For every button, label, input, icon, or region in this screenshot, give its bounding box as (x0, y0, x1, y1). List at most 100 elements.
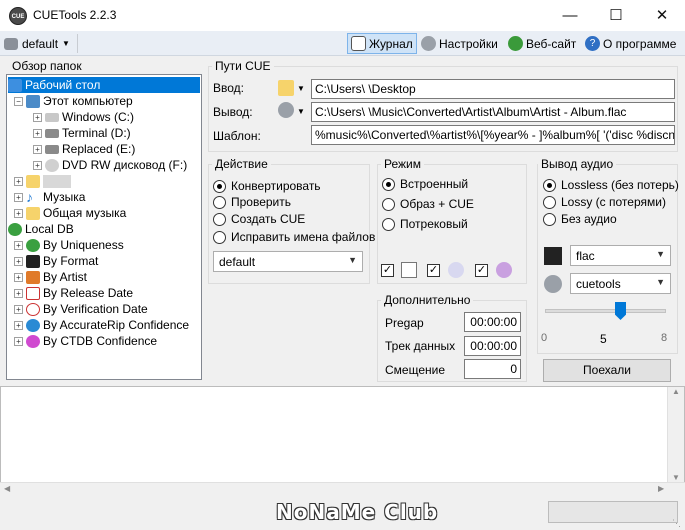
toolbar-separator (77, 34, 78, 53)
vertical-scrollbar[interactable]: ▲ ▼ (667, 387, 684, 482)
about-button[interactable]: ? О программе (582, 33, 679, 54)
data-track-field[interactable]: 00:00:00 (464, 336, 521, 356)
expand-icon[interactable]: + (14, 336, 23, 346)
settings-button[interactable]: Настройки (418, 33, 501, 54)
combo-value: flac (576, 249, 595, 263)
action-create-cue-radio[interactable]: Создать CUE (213, 212, 305, 226)
tree-item-label: Музыка (43, 190, 86, 204)
scroll-down-icon[interactable]: ▼ (668, 473, 684, 482)
tree-item-label: By Release Date (43, 286, 134, 300)
option-checkbox-1[interactable]: ✓ (381, 264, 394, 277)
scroll-left-icon[interactable]: ◀ (4, 484, 10, 493)
tree-item-drive-d[interactable]: + Terminal (D:) (33, 125, 131, 141)
minimize-button[interactable]: — (547, 0, 593, 31)
folder-tree[interactable]: Рабочий стол − Этот компьютер + Windows … (6, 74, 202, 380)
radio-label: Исправить имена файлов (231, 230, 376, 244)
tree-item-label: By Format (43, 254, 99, 268)
audio-encoder-combo[interactable]: cuetools ▼ (570, 273, 671, 294)
expand-icon[interactable]: + (14, 320, 23, 330)
resize-grip-icon[interactable]: ⋱ (672, 518, 681, 529)
gear-icon[interactable] (278, 102, 294, 118)
calendar-icon (26, 286, 40, 300)
close-button[interactable]: ✕ (639, 0, 685, 31)
folder-icon[interactable] (278, 80, 294, 96)
expand-icon[interactable]: + (14, 272, 23, 282)
tree-item-by-release-date[interactable]: + By Release Date (14, 285, 133, 301)
chevron-down-icon: ▼ (656, 249, 665, 259)
option-checkbox-2[interactable]: ✓ (427, 264, 440, 277)
audio-format-combo[interactable]: flac ▼ (570, 245, 671, 266)
tree-item-by-artist[interactable]: + By Artist (14, 269, 87, 285)
clock-icon (26, 302, 40, 316)
tree-item-by-verification-date[interactable]: + By Verification Date (14, 301, 148, 317)
settings-label: Настройки (439, 36, 498, 51)
mode-embedded-radio[interactable]: Встроенный (382, 177, 468, 191)
expand-icon[interactable]: + (33, 160, 42, 170)
mode-tracks-radio[interactable]: Потрековый (382, 217, 468, 231)
expand-icon[interactable]: + (14, 288, 23, 298)
tree-item-local-db[interactable]: Local DB (8, 221, 74, 237)
option-checkbox-3[interactable]: ✓ (475, 264, 488, 277)
action-verify-radio[interactable]: Проверить (213, 195, 291, 209)
chevron-down-icon[interactable]: ▼ (297, 107, 305, 116)
expand-icon[interactable]: + (33, 112, 42, 122)
tree-item-drive-e[interactable]: + Replaced (E:) (33, 141, 135, 157)
journal-button[interactable]: Журнал (347, 33, 417, 54)
scroll-up-icon[interactable]: ▲ (668, 387, 684, 396)
tree-item-by-format[interactable]: + By Format (14, 253, 98, 269)
expand-icon[interactable]: + (33, 144, 42, 154)
output-label: Вывод: (213, 105, 253, 119)
action-profile-combo[interactable]: default ▼ (213, 251, 363, 272)
tree-item-by-accuraterip[interactable]: + By AccurateRip Confidence (14, 317, 189, 333)
website-button[interactable]: Веб-сайт (505, 33, 579, 54)
template-field[interactable]: %music%\Converted\%artist%\[%year% - ]%a… (311, 125, 675, 145)
chevron-down-icon[interactable]: ▼ (297, 84, 305, 93)
scroll-right-icon[interactable]: ▶ (658, 484, 664, 493)
expand-icon[interactable]: + (14, 240, 23, 250)
tree-item-dvd-drive[interactable]: + DVD RW дисковод (F:) (33, 157, 187, 173)
input-path-field[interactable]: C:\Users\ \Desktop (311, 79, 675, 99)
mode-image-cue-radio[interactable]: Образ + CUE (382, 197, 474, 211)
log-panel[interactable]: ▲ ▼ (0, 386, 685, 497)
expand-icon[interactable]: + (33, 128, 42, 138)
radio-label: Создать CUE (231, 212, 306, 226)
slider-value-label: 5 (600, 332, 607, 346)
combo-value: cuetools (576, 277, 621, 291)
tree-item-label: By CTDB Confidence (43, 334, 158, 348)
expand-icon[interactable]: + (14, 304, 23, 314)
radio-label: Lossless (без потерь) (561, 178, 679, 192)
expand-icon[interactable]: + (14, 208, 23, 218)
tree-item-by-uniqueness[interactable]: + By Uniqueness (14, 237, 124, 253)
audio-none-radio[interactable]: Без аудио (543, 212, 617, 226)
disc-drive-icon (45, 158, 59, 172)
audio-lossless-radio[interactable]: Lossless (без потерь) (543, 178, 679, 192)
go-button[interactable]: Поехали (543, 359, 671, 382)
action-fix-names-radio[interactable]: Исправить имена файлов (213, 230, 375, 244)
maximize-button[interactable]: ☐ (593, 0, 639, 31)
tree-item-drive-c[interactable]: + Windows (C:) (33, 109, 134, 125)
action-convert-radio[interactable]: Конвертировать (213, 179, 321, 193)
pregap-field[interactable]: 00:00:00 (464, 312, 521, 332)
tree-item-user-folder[interactable]: + (14, 173, 71, 189)
tree-item-by-ctdb[interactable]: + By CTDB Confidence (14, 333, 157, 349)
quality-slider-track[interactable] (545, 309, 666, 313)
collapse-icon[interactable]: − (14, 96, 23, 106)
tree-item-music[interactable]: + ♪ Музыка (14, 189, 85, 205)
expand-icon[interactable]: + (14, 176, 23, 186)
profile-dropdown[interactable]: default ▼ (4, 34, 70, 53)
radio-dot (213, 212, 226, 226)
tree-item-desktop[interactable]: Рабочий стол (8, 77, 200, 93)
audio-group-title: Вывод аудио (538, 157, 617, 171)
tree-item-shared-music[interactable]: + Общая музыка (14, 205, 126, 221)
audio-lossy-radio[interactable]: Lossy (с потерями) (543, 195, 666, 209)
database-icon (8, 222, 22, 236)
radio-dot (382, 217, 395, 231)
horizontal-scrollbar[interactable]: ◀ ▶ (0, 482, 685, 497)
mode-group-title: Режим (381, 157, 424, 171)
offset-field[interactable]: 0 (464, 359, 521, 379)
output-path-field[interactable]: C:\Users\ \Music\Converted\Artist\Album\… (311, 102, 675, 122)
expand-icon[interactable]: + (14, 256, 23, 266)
expand-icon[interactable]: + (14, 192, 23, 202)
tree-item-this-pc[interactable]: − Этот компьютер (14, 93, 133, 109)
gear-icon (544, 275, 562, 293)
